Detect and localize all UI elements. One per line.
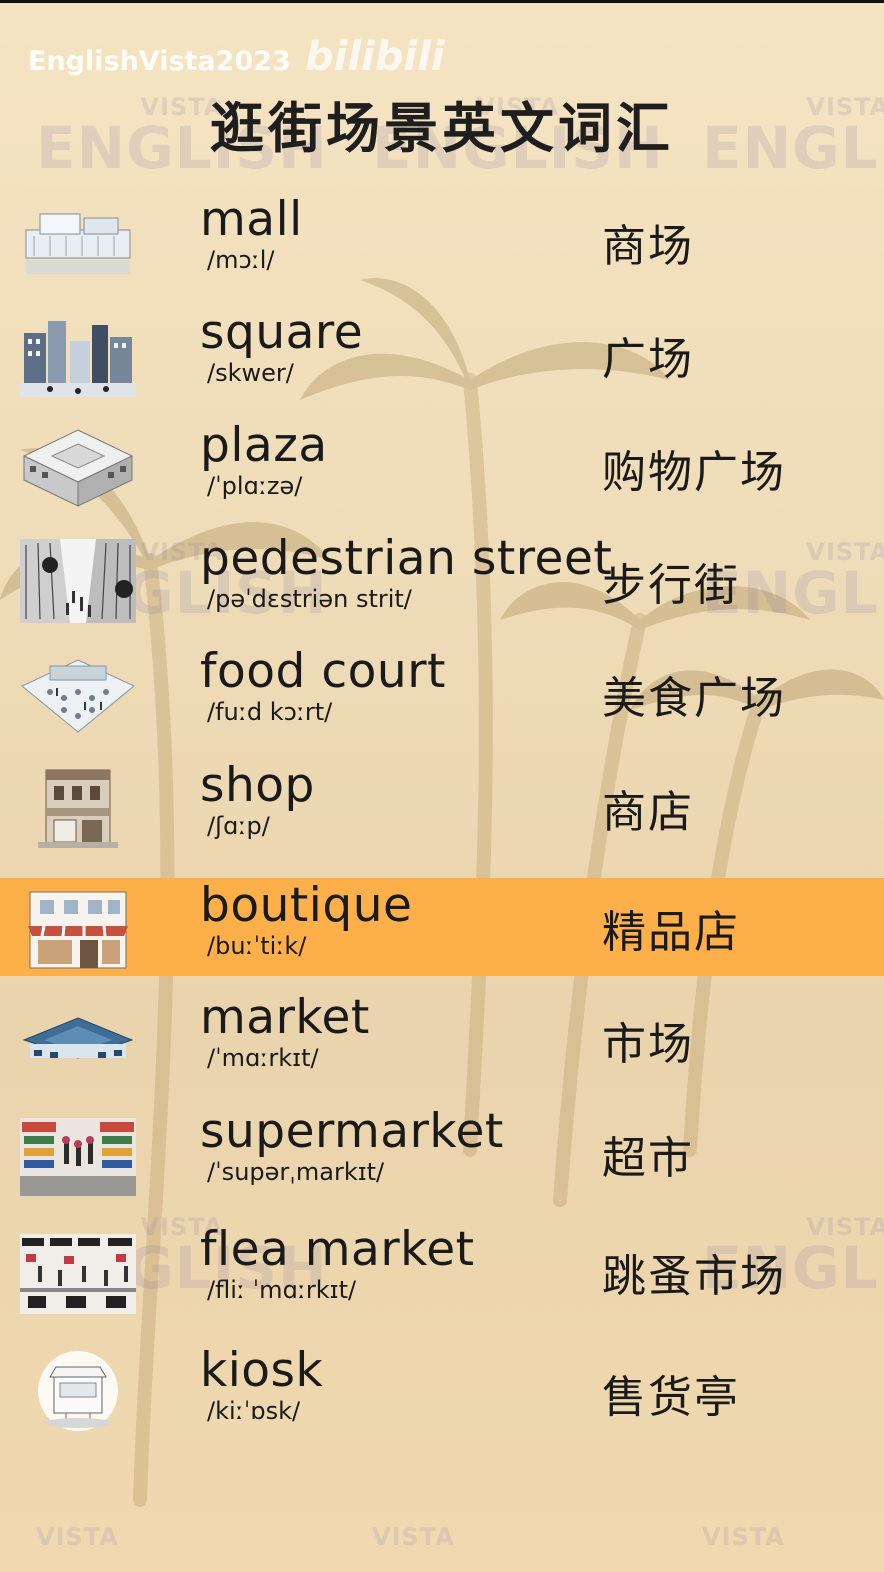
phonetic-transcription: /skwer/ bbox=[207, 359, 294, 387]
english-word: shop bbox=[200, 758, 315, 813]
vocab-row: square /skwer/ 广场 bbox=[0, 305, 884, 403]
phonetic-transcription: /buːˈtiːk/ bbox=[207, 932, 307, 960]
phonetic-transcription: /ˈmɑːrkɪt/ bbox=[207, 1044, 319, 1072]
english-word: market bbox=[200, 990, 370, 1045]
brand-watermark: VISTA bbox=[372, 1523, 455, 1551]
boutique-icon bbox=[20, 886, 136, 970]
chinese-translation: 购物广场 bbox=[602, 447, 786, 498]
chinese-translation: 步行街 bbox=[602, 560, 740, 611]
chinese-translation: 市场 bbox=[602, 1019, 694, 1070]
chinese-translation: 售货亭 bbox=[602, 1372, 740, 1423]
supermarket-icon bbox=[20, 1112, 136, 1196]
chinese-translation: 超市 bbox=[602, 1133, 694, 1184]
kiosk-icon bbox=[20, 1351, 136, 1435]
english-word: supermarket bbox=[200, 1104, 504, 1159]
brand-watermark: VISTA bbox=[702, 1523, 785, 1551]
mall-icon bbox=[20, 200, 136, 284]
shop-icon bbox=[20, 766, 136, 850]
english-word: food court bbox=[200, 644, 446, 699]
page-title: 逛街场景英文词汇 bbox=[210, 96, 674, 160]
chinese-translation: 跳蚤市场 bbox=[602, 1251, 786, 1302]
phonetic-transcription: /fuːd kɔːrt/ bbox=[207, 698, 333, 726]
uploader-watermark: EnglishVista2023 bbox=[28, 46, 291, 77]
vocab-row: pedestrian street /pəˈdɛstriən strit/ 步行… bbox=[0, 531, 884, 629]
phonetic-transcription: /mɔːl/ bbox=[207, 246, 275, 274]
phonetic-transcription: /ˈplɑːzə/ bbox=[207, 472, 303, 500]
english-word: square bbox=[200, 305, 364, 360]
english-word: kiosk bbox=[200, 1343, 324, 1398]
vocab-row: food court /fuːd kɔːrt/ 美食广场 bbox=[0, 644, 884, 742]
flea-market-icon bbox=[20, 1230, 136, 1314]
vocab-row-highlighted: boutique /buːˈtiːk/ 精品店 bbox=[0, 878, 884, 976]
vocab-row: mall /mɔːl/ 商场 bbox=[0, 192, 884, 290]
food-court-icon bbox=[20, 652, 136, 736]
chinese-translation: 商店 bbox=[602, 787, 694, 838]
vocab-row: flea market /fliː ˈmɑːrkɪt/ 跳蚤市场 bbox=[0, 1222, 884, 1320]
phonetic-transcription: /ˈsupərˌmarkɪt/ bbox=[207, 1158, 385, 1186]
phonetic-transcription: /ʃɑːp/ bbox=[207, 812, 270, 840]
plaza-icon bbox=[20, 426, 136, 510]
vocab-row: supermarket /ˈsupərˌmarkɪt/ 超市 bbox=[0, 1104, 884, 1202]
phonetic-transcription: /kiːˈɒsk/ bbox=[207, 1397, 301, 1425]
market-icon bbox=[20, 998, 136, 1082]
vocab-row: kiosk /kiːˈɒsk/ 售货亭 bbox=[0, 1343, 884, 1441]
phonetic-transcription: /pəˈdɛstriən strit/ bbox=[207, 585, 412, 613]
english-word: mall bbox=[200, 192, 303, 247]
phonetic-transcription: /fliː ˈmɑːrkɪt/ bbox=[207, 1276, 357, 1304]
english-word: boutique bbox=[200, 878, 413, 933]
chinese-translation: 商场 bbox=[602, 221, 694, 272]
brand-watermark: VISTA bbox=[36, 1523, 119, 1551]
vocab-row: shop /ʃɑːp/ 商店 bbox=[0, 758, 884, 856]
english-word: plaza bbox=[200, 418, 328, 473]
bilibili-logo: bilibili bbox=[305, 34, 445, 80]
city-square-icon bbox=[20, 313, 136, 397]
english-word: flea market bbox=[200, 1222, 475, 1277]
chinese-translation: 广场 bbox=[602, 334, 694, 385]
vocab-row: market /ˈmɑːrkɪt/ 市场 bbox=[0, 990, 884, 1088]
pedestrian-street-icon bbox=[20, 539, 136, 623]
chinese-translation: 美食广场 bbox=[602, 673, 786, 724]
chinese-translation: 精品店 bbox=[602, 907, 740, 958]
vocab-row: plaza /ˈplɑːzə/ 购物广场 bbox=[0, 418, 884, 516]
english-word: pedestrian street bbox=[200, 531, 613, 586]
